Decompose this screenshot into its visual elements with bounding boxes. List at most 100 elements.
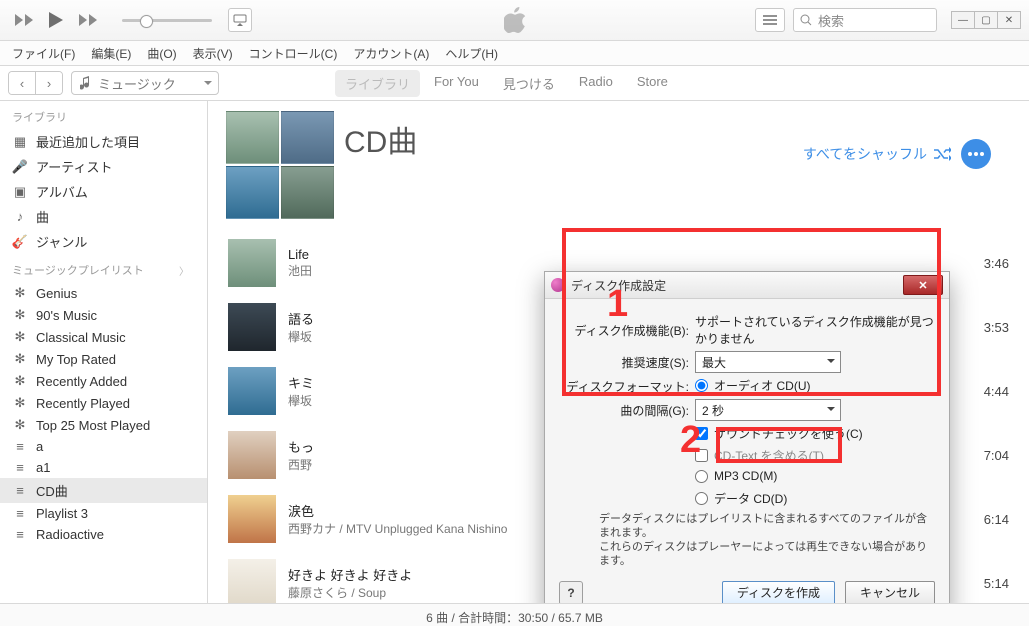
menu-controls[interactable]: コントロール(C)	[245, 43, 342, 64]
dialog-note-2: これらのディスクはプレーヤーによっては再生できない場合があります。	[599, 540, 935, 569]
sidebar-item-playlist[interactable]: ≡Playlist 3	[0, 503, 207, 524]
speed-select[interactable]: 最大	[695, 351, 841, 373]
maximize-button[interactable]: ▢	[975, 11, 998, 29]
sidebar-item-playlist[interactable]: ✻Genius	[0, 282, 207, 304]
menu-account[interactable]: アカウント(A)	[349, 43, 433, 64]
history-nav: ‹ ›	[8, 71, 63, 95]
track-artwork	[228, 367, 276, 415]
playlist-icon: ≡	[12, 460, 28, 475]
calendar-icon: ▦	[12, 134, 28, 150]
sidebar-library-list: ▦最近追加した項目 🎤アーティスト ▣アルバム ♪曲 🎸ジャンル	[0, 129, 207, 254]
format-data-label: データ CD(D)	[714, 490, 787, 507]
sidebar-item-label: Radioactive	[36, 527, 104, 542]
speed-value: 最大	[702, 354, 726, 371]
burn-disc-dialog: ディスク作成設定 ✕ ディスク作成機能(B): サポートされているディスク作成機…	[544, 271, 950, 603]
cdtext-checkbox[interactable]: CD-Text を含める(T)	[695, 447, 824, 464]
sidebar-item-playlist[interactable]: ✻90's Music	[0, 304, 207, 326]
sidebar-item-playlist[interactable]: ✻My Top Rated	[0, 348, 207, 370]
format-mp3-label: MP3 CD(M)	[714, 469, 777, 483]
prev-track-button[interactable]	[14, 13, 34, 27]
gear-icon: ✻	[12, 329, 28, 345]
playlist-title: CD曲	[344, 117, 417, 161]
sidebar-item-playlist[interactable]: ≡a	[0, 436, 207, 457]
dialog-titlebar[interactable]: ディスク作成設定 ✕	[545, 272, 949, 299]
sidebar-item-label: ジャンル	[36, 232, 87, 251]
close-button[interactable]: ✕	[998, 11, 1021, 29]
tab-foryou[interactable]: For You	[424, 70, 489, 97]
list-view-button[interactable]	[755, 8, 785, 32]
back-button[interactable]: ‹	[9, 72, 35, 94]
sidebar-item-playlist[interactable]: ≡ a1	[0, 457, 207, 478]
apple-logo-icon	[504, 7, 526, 33]
sidebar-item-genres[interactable]: 🎸ジャンル	[0, 229, 207, 254]
playlist-icon: ≡	[12, 506, 28, 521]
sidebar-item-label: a1	[36, 460, 50, 475]
play-button[interactable]	[48, 11, 64, 29]
dialog-help-button[interactable]: ?	[559, 581, 583, 603]
forward-button[interactable]: ›	[35, 72, 62, 94]
volume-thumb[interactable]	[140, 15, 153, 28]
sidebar-heading-library: ライブラリ	[0, 101, 207, 129]
format-data-radio[interactable]: データ CD(D)	[695, 490, 787, 507]
sidebar-item-playlist[interactable]: ≡ Radioactive	[0, 524, 207, 545]
sidebar-item-label: アーティスト	[36, 157, 112, 176]
gap-value: 2 秒	[702, 402, 724, 419]
sidebar-item-playlist[interactable]: ✻Recently Added	[0, 370, 207, 392]
next-track-button[interactable]	[78, 13, 98, 27]
sidebar-item-albums[interactable]: ▣アルバム	[0, 179, 207, 204]
note-icon: ♪	[12, 209, 28, 224]
more-actions-button[interactable]	[961, 139, 991, 169]
gear-icon: ✻	[12, 351, 28, 367]
sidebar-item-label: Top 25 Most Played	[36, 418, 150, 433]
sidebar-playlists-list: ✻Genius✻90's Music✻Classical Music✻My To…	[0, 282, 207, 545]
music-note-icon	[80, 76, 92, 90]
sidebar-item-songs[interactable]: ♪曲	[0, 204, 207, 229]
sidebar-item-artists[interactable]: 🎤アーティスト	[0, 154, 207, 179]
menu-file[interactable]: ファイル(F)	[8, 43, 79, 64]
sidebar-item-label: Genius	[36, 286, 77, 301]
shuffle-all-button[interactable]: すべてをシャッフル	[803, 144, 951, 164]
dialog-burn-button[interactable]: ディスクを作成	[722, 581, 835, 603]
gear-icon: ✻	[12, 307, 28, 323]
sidebar-item-label: CD曲	[36, 481, 68, 500]
menu-song[interactable]: 曲(O)	[143, 43, 180, 64]
dialog-cancel-button[interactable]: キャンセル	[845, 581, 935, 603]
soundcheck-label: サウンドチェックを使う(C)	[714, 425, 863, 442]
format-label: ディスクフォーマット:	[559, 378, 689, 395]
track-artwork	[228, 239, 276, 287]
tab-store[interactable]: Store	[627, 70, 678, 97]
track-duration: 7:04	[959, 448, 1009, 463]
sidebar-item-label: a	[36, 439, 43, 454]
sidebar-item-playlist[interactable]: ✻Top 25 Most Played	[0, 414, 207, 436]
minimize-button[interactable]: —	[951, 11, 975, 29]
format-audio-radio[interactable]: オーディオ CD(U)	[695, 377, 811, 394]
chevron-right-icon[interactable]: 〉	[179, 263, 189, 278]
library-type-select[interactable]: ミュージック	[71, 71, 219, 95]
sidebar-item-recently-added[interactable]: ▦最近追加した項目	[0, 129, 207, 154]
airplay-button[interactable]	[228, 8, 252, 32]
menu-edit[interactable]: 編集(E)	[87, 43, 135, 64]
search-icon	[800, 14, 812, 26]
tab-library[interactable]: ライブラリ	[335, 70, 420, 97]
tab-radio[interactable]: Radio	[569, 70, 623, 97]
track-artwork	[228, 303, 276, 351]
sidebar-item-playlist[interactable]: ✻Classical Music	[0, 326, 207, 348]
soundcheck-checkbox[interactable]: サウンドチェックを使う(C)	[695, 425, 863, 442]
format-audio-label: オーディオ CD(U)	[714, 377, 811, 394]
sidebar-item-playlist[interactable]: ✻Recently Played	[0, 392, 207, 414]
menu-help[interactable]: ヘルプ(H)	[441, 43, 502, 64]
main-content: CD曲 すべてをシャッフル Life池田3:46語る欅坂3:53キミ欅坂2016…	[208, 101, 1029, 603]
playlist-icon: ≡	[12, 527, 28, 542]
gap-select[interactable]: 2 秒	[695, 399, 841, 421]
menu-view[interactable]: 表示(V)	[189, 43, 237, 64]
volume-slider[interactable]	[122, 19, 212, 22]
dialog-close-button[interactable]: ✕	[903, 275, 943, 295]
playlist-header: CD曲 すべてをシャッフル	[208, 101, 1029, 219]
track-title: Life	[288, 247, 708, 262]
tab-browse[interactable]: 見つける	[493, 70, 565, 97]
sidebar-item-playlist[interactable]: ≡CD曲	[0, 478, 207, 503]
sidebar-item-label: Recently Added	[36, 374, 127, 389]
format-mp3-radio[interactable]: MP3 CD(M)	[695, 469, 777, 483]
search-input[interactable]: 検索	[793, 8, 937, 32]
track-artwork	[228, 559, 276, 603]
